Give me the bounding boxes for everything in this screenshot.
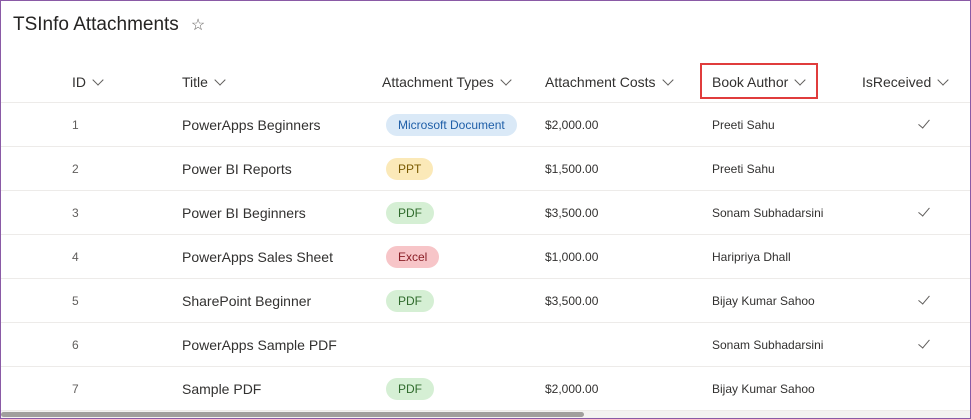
attachment-type-badge: Excel [386,245,440,268]
list-title: TSInfo Attachments [13,14,179,35]
title-cell[interactable]: Sample PDF [182,367,261,410]
table-row[interactable]: 2 Power BI Reports PPT $1,500.00 Preeti Sahu [1,147,970,191]
received-cell [918,191,930,234]
attachment-type-badge: PDF [386,289,434,312]
id-cell: 1 [72,117,79,132]
attachment-type-badge: PDF [386,201,434,224]
attachment-type-badge: PDF [386,377,434,400]
scrollbar-thumb[interactable] [1,412,584,417]
chevron-down-icon [500,74,512,86]
author-cell: Sonam Subhadarsini [712,337,824,352]
attachment-type-cell: PDF [386,191,434,234]
checkmark-icon [918,292,930,305]
cost-cell: $1,000.00 [545,249,599,264]
page-title: TSInfo Attachments ☆ [13,14,205,36]
received-cell [918,323,930,366]
table-row[interactable]: 6 PowerApps Sample PDF Sonam Subhadarsini [1,323,970,367]
title-cell[interactable]: PowerApps Sample PDF [182,323,337,366]
author-cell: Haripriya Dhall [712,249,791,264]
checkmark-icon [918,336,930,349]
title-cell[interactable]: Power BI Beginners [182,191,306,234]
cost-cell: $3,500.00 [545,205,599,220]
column-header-label: Attachment Types [382,74,494,90]
column-header-attachment-types[interactable]: Attachment Types [382,67,512,97]
chevron-down-icon [661,74,674,86]
horizontal-scrollbar[interactable] [1,411,970,418]
table-row[interactable]: 5 SharePoint Beginner PDF $3,500.00 Bijay Ku… [1,279,970,323]
attachment-type-cell: PDF [386,279,434,322]
highlight-box [700,63,818,99]
received-cell [918,103,930,146]
table-row[interactable]: 3 Power BI Beginners PDF $3,500.00 Sonam Sub… [1,191,970,235]
author-cell: Preeti Sahu [712,117,775,132]
id-cell: 6 [72,337,79,352]
cost-cell: $3,500.00 [545,293,599,308]
checkmark-icon [918,204,930,217]
star-icon[interactable]: ☆ [191,15,205,35]
title-cell[interactable]: PowerApps Sales Sheet [182,235,333,278]
id-cell: 2 [72,161,79,176]
column-header-id[interactable]: ID [72,67,104,97]
id-cell: 5 [72,293,79,308]
author-cell: Sonam Subhadarsini [712,205,824,220]
column-header-label: Title [182,74,208,90]
attachment-type-badge: PPT [386,157,434,180]
table-row[interactable]: 4 PowerApps Sales Sheet Excel $1,000.00 Hari… [1,235,970,279]
author-cell: Preeti Sahu [712,161,775,176]
cost-cell: $2,000.00 [545,381,599,396]
attachment-type-cell: PPT [386,147,434,190]
chevron-down-icon [92,74,104,86]
chevron-down-icon [214,74,226,86]
chevron-down-icon [937,74,949,86]
cost-cell: $2,000.00 [545,117,599,132]
list-rows: 1 PowerApps Beginners Microsoft Document $2… [1,102,970,411]
column-header-isreceived[interactable]: IsReceived [862,67,949,97]
list-view: TSInfo Attachments ☆ ID Title Attachment… [0,0,971,419]
table-row[interactable]: 7 Sample PDF PDF $2,000.00 Bijay Kumar Sahoo [1,367,970,411]
id-cell: 3 [72,205,79,220]
attachment-type-cell: Excel [386,235,440,278]
checkmark-icon [918,116,930,129]
table-row[interactable]: 1 PowerApps Beginners Microsoft Document $2… [1,102,970,147]
title-cell[interactable]: Power BI Reports [182,147,292,190]
author-cell: Bijay Kumar Sahoo [712,381,815,396]
id-cell: 4 [72,249,79,264]
column-header-label: Attachment Costs [545,74,656,90]
column-header-label: ID [72,74,86,90]
id-cell: 7 [72,381,79,396]
column-header-attachment-costs[interactable]: Attachment Costs [545,67,674,97]
column-header-label: IsReceived [862,74,932,90]
received-cell [918,279,930,322]
title-cell[interactable]: PowerApps Beginners [182,103,321,146]
cost-cell: $1,500.00 [545,161,599,176]
attachment-type-cell: PDF [386,367,434,410]
attachment-type-cell: Microsoft Document [386,103,517,146]
column-header-title[interactable]: Title [182,67,226,97]
attachment-type-badge: Microsoft Document [386,113,517,136]
author-cell: Bijay Kumar Sahoo [712,293,815,308]
title-cell[interactable]: SharePoint Beginner [182,279,311,322]
